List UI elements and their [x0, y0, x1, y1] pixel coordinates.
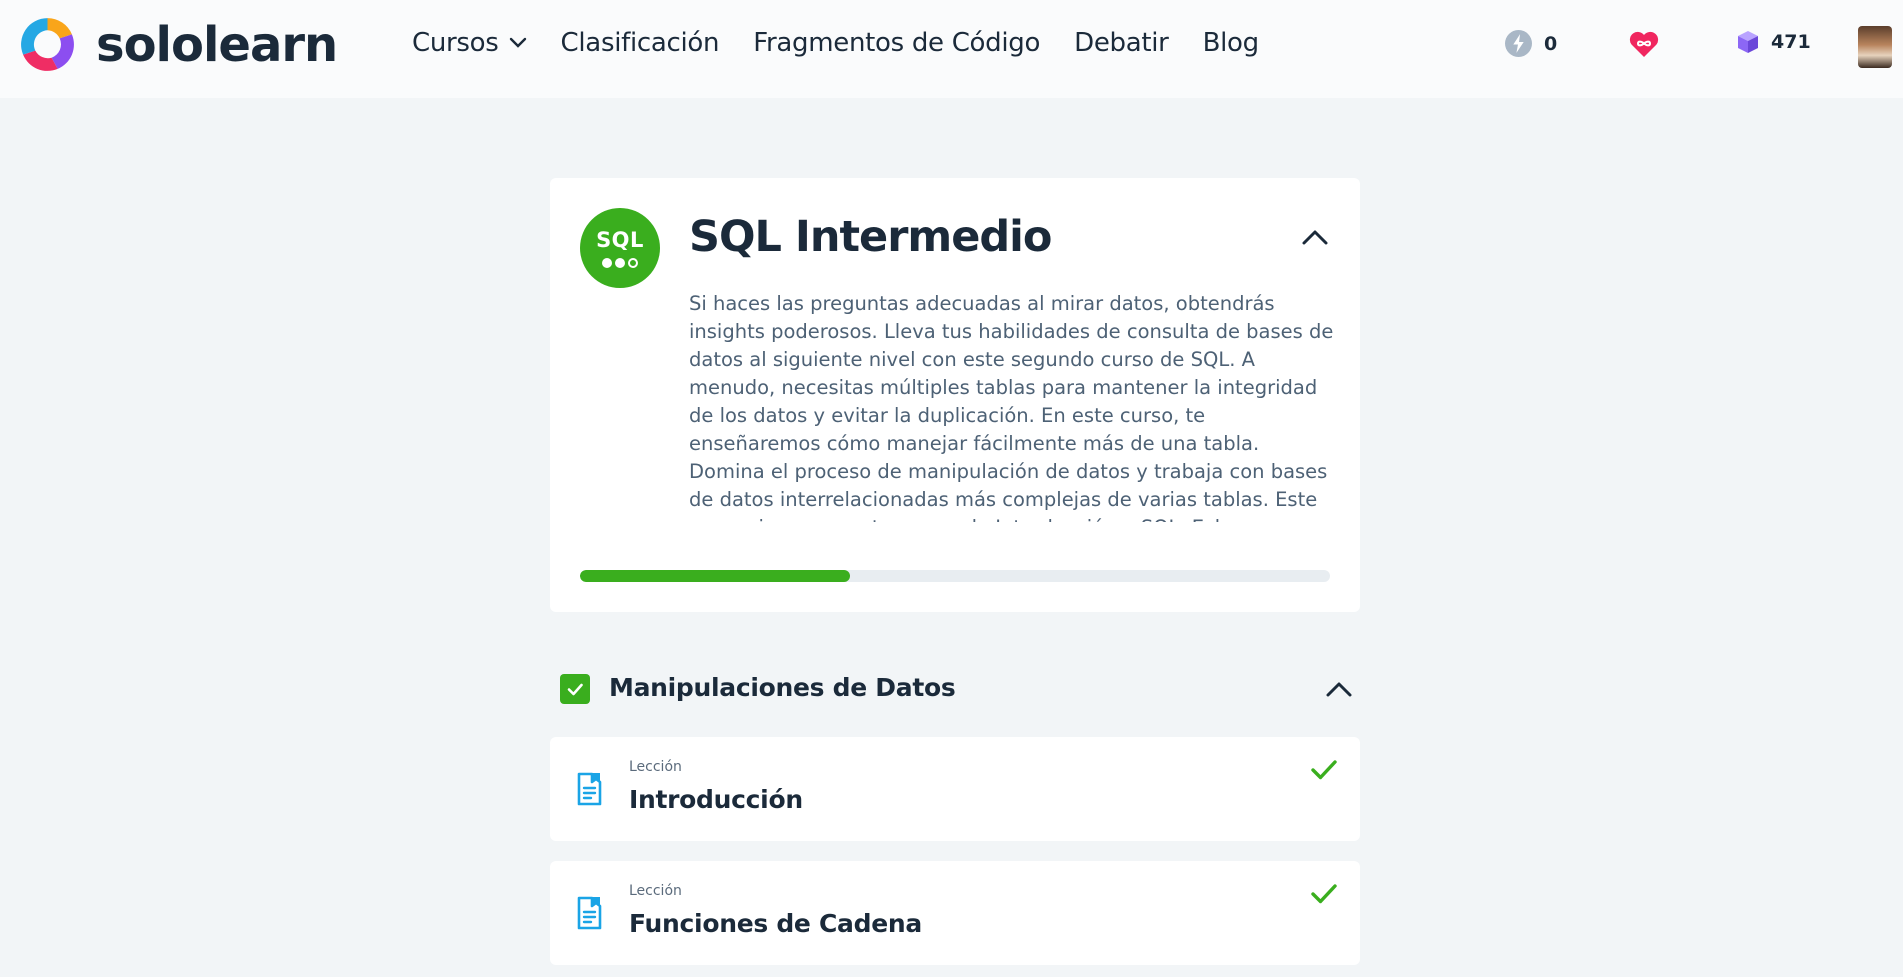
heart-infinity-icon — [1629, 31, 1659, 57]
gem-cube-icon — [1738, 31, 1758, 53]
collapse-course-chevron-up-icon[interactable] — [1301, 228, 1329, 246]
lesson-type-label: Lección — [629, 759, 682, 775]
lesson-type-label: Lección — [629, 883, 682, 899]
lesson-title: Introducción — [629, 785, 803, 814]
course-badge-label: SQL — [596, 228, 644, 252]
streak-count: 0 — [1544, 32, 1558, 55]
course-level-dots-icon — [602, 258, 638, 268]
course-title: SQL Intermedio — [689, 212, 1052, 262]
top-navbar: sololearn Cursos Clasificación Fragmento… — [0, 0, 1903, 98]
hearts-stat[interactable] — [1628, 30, 1660, 58]
lesson-document-icon — [577, 896, 602, 930]
course-description: Si haces las preguntas adecuadas al mira… — [689, 292, 1334, 522]
lesson-completed-check-icon — [1311, 760, 1337, 780]
lesson-item[interactable]: Lección Funciones de Cadena — [550, 861, 1360, 965]
lesson-document-icon — [577, 772, 602, 806]
course-progress-fill — [580, 570, 850, 582]
module-complete-check-icon — [560, 674, 590, 704]
gems-stat[interactable]: 471 — [1737, 30, 1811, 54]
course-progress-bar — [580, 570, 1330, 582]
course-overview-card: SQL SQL Intermedio Si haces las pregunta… — [550, 178, 1360, 612]
course-badge: SQL — [580, 208, 660, 288]
gems-count: 471 — [1771, 31, 1811, 53]
lesson-title: Funciones de Cadena — [629, 909, 922, 938]
streak-stat[interactable]: 0 — [1505, 30, 1557, 57]
lesson-item[interactable]: Lección Introducción — [550, 737, 1360, 841]
user-stats: 0 471 — [0, 30, 1903, 70]
lightning-icon — [1505, 30, 1532, 57]
user-avatar[interactable] — [1858, 26, 1892, 68]
collapse-module-chevron-up-icon[interactable] — [1325, 680, 1353, 698]
module-title: Manipulaciones de Datos — [609, 673, 956, 702]
lesson-completed-check-icon — [1311, 884, 1337, 904]
module-header[interactable]: Manipulaciones de Datos — [550, 668, 1360, 708]
